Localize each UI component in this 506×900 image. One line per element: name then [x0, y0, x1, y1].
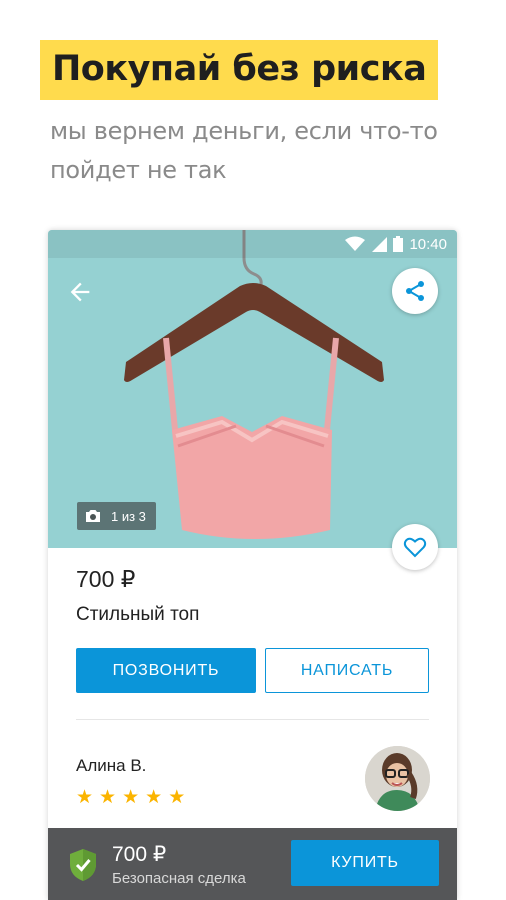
safe-deal-label: Безопасная сделка: [112, 870, 246, 887]
star-icon: ★: [76, 787, 94, 808]
signal-icon: [372, 237, 388, 252]
promo-header: Покупай без риска: [40, 40, 439, 100]
favorite-button[interactable]: [392, 524, 438, 570]
back-arrow-icon: [70, 282, 90, 302]
divider: [76, 719, 429, 720]
star-icon: ★: [122, 787, 140, 808]
star-icon: ★: [99, 787, 117, 808]
camera-icon: [86, 510, 100, 522]
photo-counter: 1 из 3: [77, 502, 156, 530]
seller-avatar[interactable]: [365, 746, 430, 811]
buy-button[interactable]: КУПИТЬ: [291, 840, 439, 886]
star-icon: ★: [145, 787, 163, 808]
wifi-icon: [345, 236, 366, 251]
share-icon: [406, 281, 424, 301]
bottom-price: 700 ₽: [112, 843, 167, 866]
call-button[interactable]: ПОЗВОНИТЬ: [76, 648, 256, 693]
write-button[interactable]: НАПИСАТЬ: [265, 648, 429, 693]
photo-counter-text: 1 из 3: [111, 508, 146, 524]
shield-check-icon: [70, 849, 96, 881]
promo-subtitle: мы вернем деньги, если что-то пойдет не …: [50, 117, 438, 184]
listing-title: Стильный топ: [76, 604, 200, 625]
promo-headline: Покупай без риска: [40, 40, 439, 100]
phone-screen: 10:40 1 из 3 700 ₽ Стильный топ ПОЗВОНИТ…: [48, 230, 457, 900]
back-button[interactable]: [66, 278, 94, 306]
heart-icon: [403, 537, 427, 558]
listing-price: 700 ₽: [76, 566, 136, 592]
avatar-image: [365, 746, 430, 811]
product-photo[interactable]: 10:40 1 из 3: [48, 230, 457, 548]
status-time: 10:40: [409, 235, 447, 253]
status-bar: 10:40: [48, 230, 457, 258]
safe-deal-bar: 700 ₽ Безопасная сделка КУПИТЬ: [48, 828, 457, 900]
seller-rating: ★ ★ ★ ★ ★: [76, 788, 185, 808]
seller-name[interactable]: Алина В.: [76, 756, 146, 776]
battery-icon: [393, 236, 404, 252]
share-button[interactable]: [392, 268, 438, 314]
star-icon: ★: [168, 787, 186, 808]
